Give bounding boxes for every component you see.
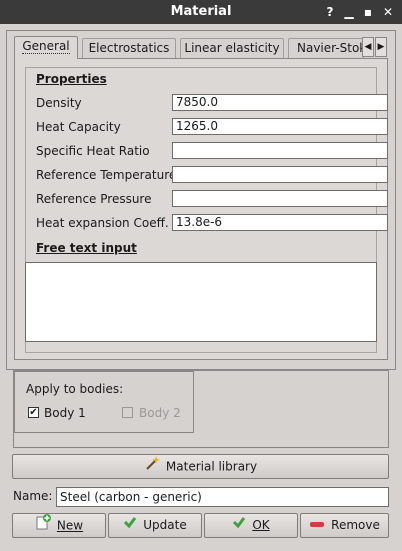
remove-icon — [309, 514, 325, 537]
reference-pressure-label: Reference Pressure — [36, 192, 152, 206]
magic-wand-icon — [144, 455, 160, 479]
reference-temperature-label: Reference Temperature — [36, 168, 177, 182]
reference-temperature-field[interactable] — [172, 166, 388, 183]
free-text-heading: Free text input — [36, 241, 137, 255]
tab-navier-stokes[interactable]: Navier-Stokes — [288, 38, 364, 58]
new-button[interactable]: New — [12, 513, 106, 538]
tab-linear-elasticity[interactable]: Linear elasticity — [180, 38, 284, 58]
tab-general[interactable]: General — [14, 36, 78, 59]
properties-heading: Properties — [36, 72, 107, 86]
heat-capacity-label: Heat Capacity — [36, 120, 121, 134]
ok-button[interactable]: OK — [204, 513, 298, 538]
tab-navier-stokes-label: Navier-Stokes — [297, 41, 363, 55]
minimize-button[interactable]: ▁ — [341, 4, 357, 20]
apply-to-bodies-label: Apply to bodies: — [26, 382, 124, 396]
tab-linear-elasticity-label: Linear elasticity — [184, 41, 280, 55]
remove-button[interactable]: Remove — [300, 513, 389, 538]
checkmark-icon: ✔ — [29, 407, 38, 418]
name-field[interactable]: Steel (carbon - generic) — [56, 487, 389, 507]
check-icon — [123, 514, 137, 537]
body-1-label: Body 1 — [44, 406, 86, 420]
maximize-button[interactable]: ▪ — [360, 4, 376, 20]
apply-to-bodies-group: Apply to bodies: ✔ Body 1 Body 2 — [14, 371, 194, 433]
new-label: New — [56, 518, 84, 533]
tab-electrostatics-label: Electrostatics — [88, 41, 170, 55]
tab-bar: General Electrostatics Linear elasticity… — [14, 36, 388, 59]
help-button[interactable]: ? — [322, 4, 338, 20]
update-button[interactable]: Update — [108, 513, 202, 538]
remove-label: Remove — [331, 518, 380, 532]
body-1-checkbox[interactable]: ✔ — [28, 407, 39, 418]
heat-capacity-field[interactable]: 1265.0 — [172, 118, 388, 135]
general-panel: Properties Density 7850.0 Heat Capacity … — [14, 58, 388, 360]
triangle-left-icon: ◀ — [364, 42, 372, 52]
bodies-frame: Apply to bodies: ✔ Body 1 Body 2 — [13, 370, 389, 448]
triangle-right-icon: ▶ — [377, 42, 385, 52]
tab-electrostatics[interactable]: Electrostatics — [82, 38, 176, 58]
free-text-input[interactable] — [25, 262, 377, 342]
check-icon — [232, 514, 246, 537]
tab-general-label: General — [22, 39, 70, 54]
body-2-label: Body 2 — [139, 406, 181, 420]
density-label: Density — [36, 96, 82, 110]
specific-heat-ratio-field[interactable] — [172, 142, 388, 159]
density-field[interactable]: 7850.0 — [172, 94, 388, 111]
tab-scroll-right-button[interactable]: ▶ — [375, 37, 387, 57]
heat-expansion-coeff-label: Heat expansion Coeff. — [36, 216, 169, 230]
reference-pressure-field[interactable] — [172, 190, 388, 207]
specific-heat-ratio-label: Specific Heat Ratio — [36, 144, 150, 158]
update-label: Update — [143, 518, 187, 532]
body-2-checkbox — [122, 407, 133, 418]
tab-scroll-left-button[interactable]: ◀ — [362, 37, 374, 57]
name-label: Name: — [13, 489, 53, 503]
material-library-button[interactable]: Material library — [12, 454, 389, 479]
close-button[interactable]: ✕ — [380, 4, 396, 20]
material-library-label: Material library — [165, 459, 258, 474]
heat-expansion-coeff-field[interactable]: 13.8e-6 — [172, 214, 388, 231]
title-bar: Material ? ▁ ▪ ✕ — [0, 0, 402, 24]
new-document-icon — [35, 514, 51, 538]
ok-label: OK — [252, 518, 270, 532]
